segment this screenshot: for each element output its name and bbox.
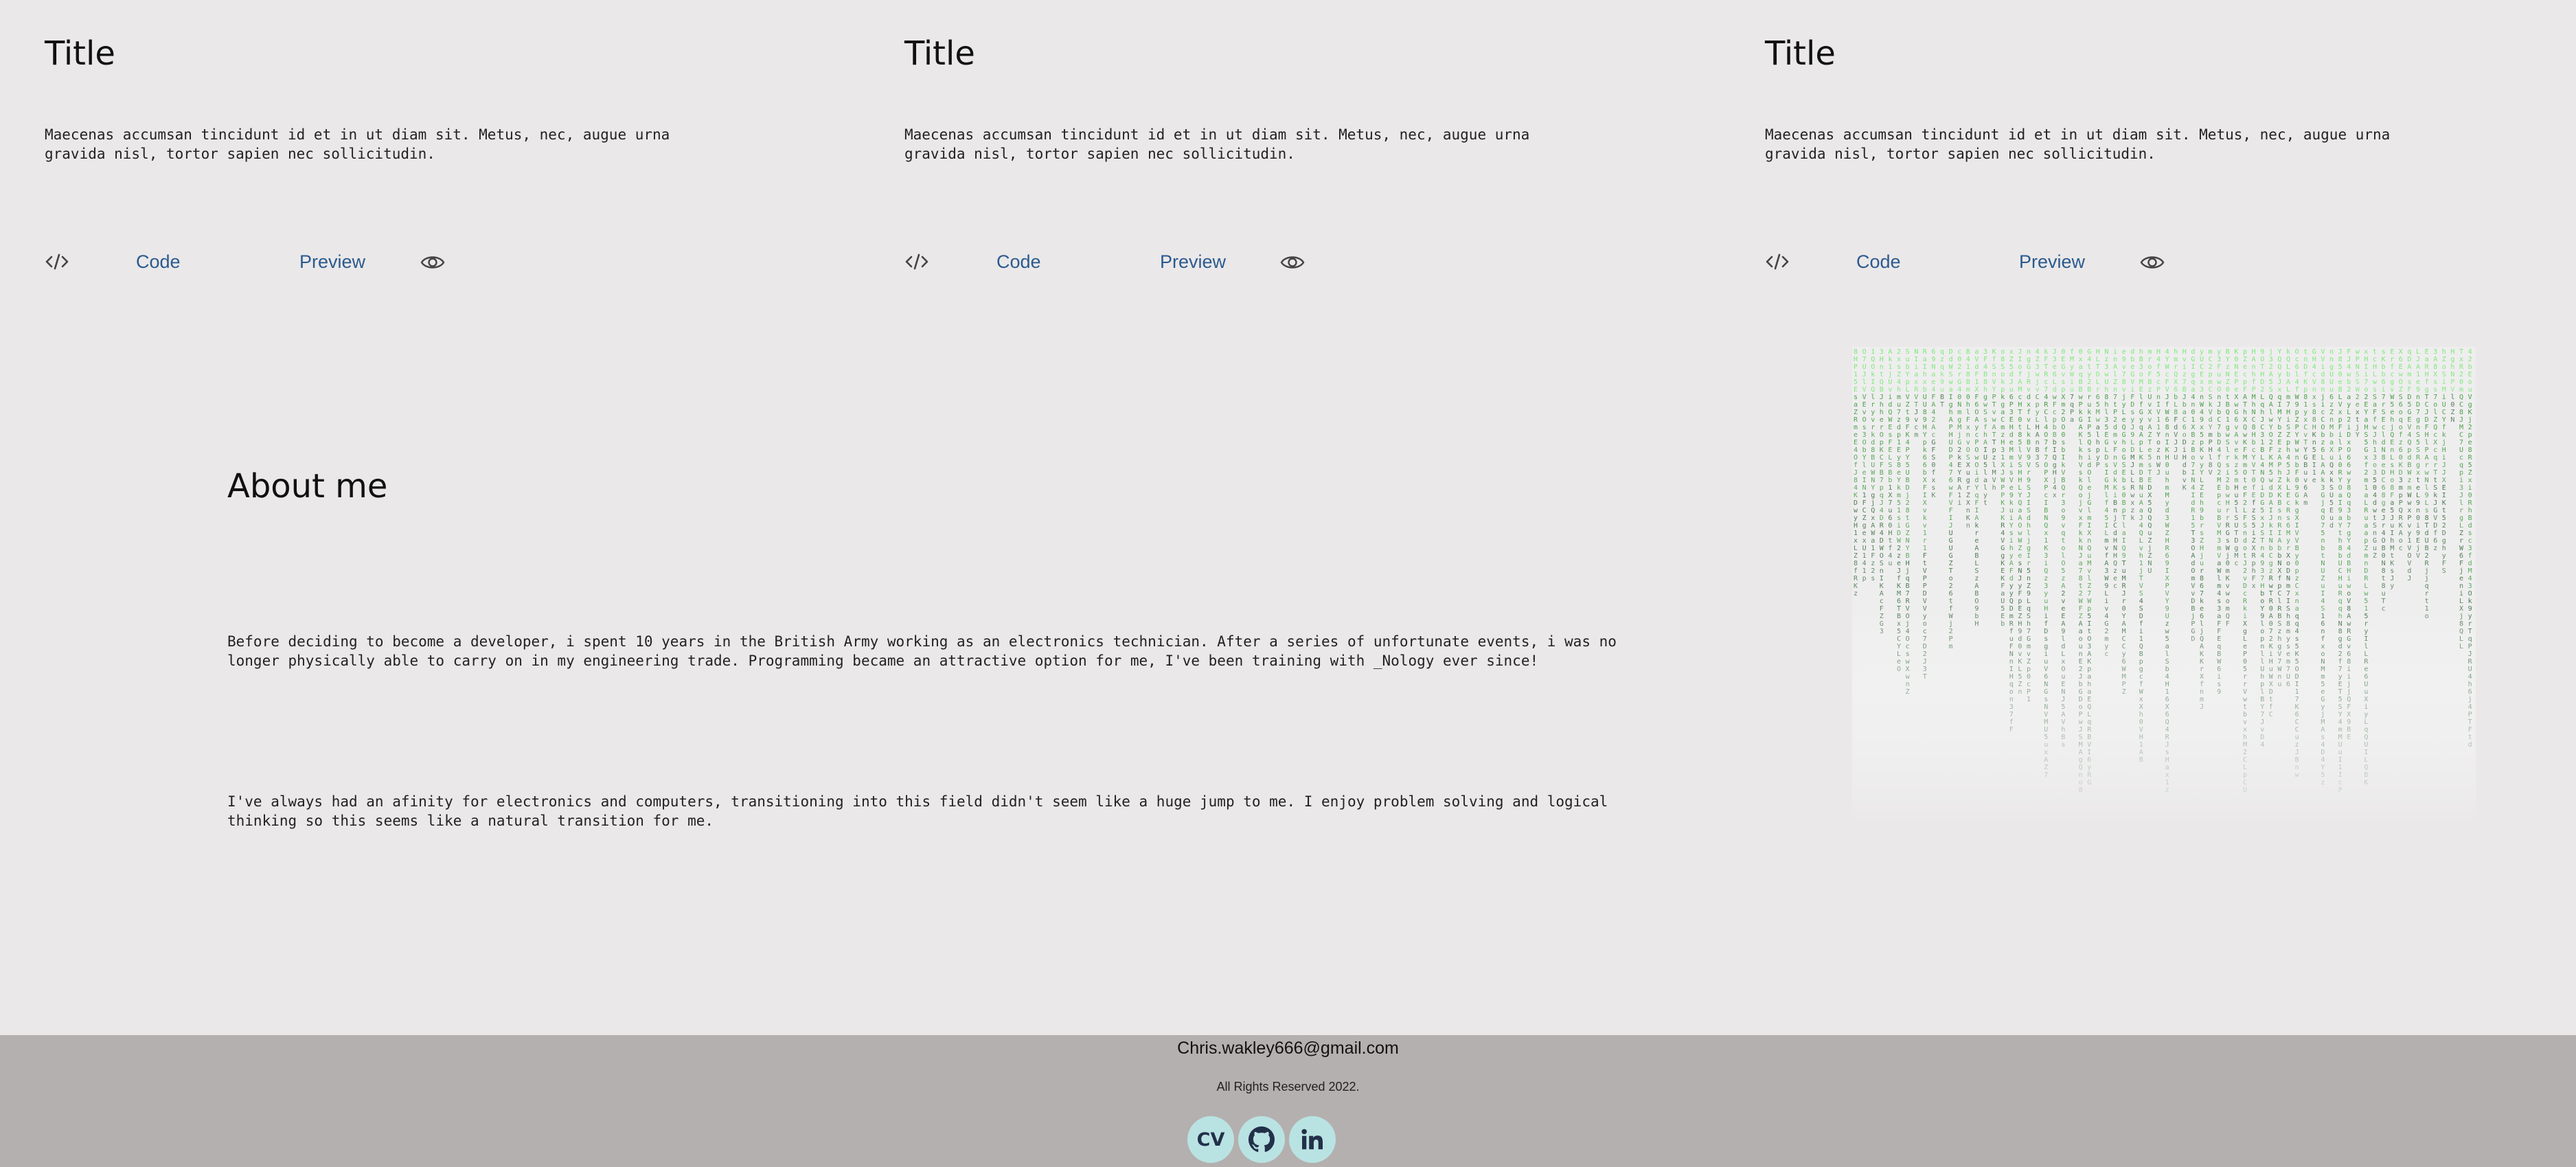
linkedin-icon bbox=[1301, 1129, 1323, 1150]
project-links: Code Preview bbox=[904, 247, 1385, 277]
footer-copyright: All Rights Reserved 2022. bbox=[1216, 1080, 1360, 1094]
code-link[interactable]: Code bbox=[1856, 251, 1901, 273]
code-brackets-icon[interactable] bbox=[904, 251, 929, 272]
project-title: Title bbox=[45, 34, 115, 73]
project-description: Maecenas accumsan tincidunt id et in ut … bbox=[45, 126, 670, 162]
matrix-code-image: 8HP15EsaZRmeE4OfJ84KDwyH1xLZ8fRKzO7UJlVV… bbox=[1852, 347, 2476, 821]
github-button[interactable] bbox=[1238, 1116, 1285, 1163]
code-brackets-icon[interactable] bbox=[1765, 251, 1790, 272]
code-link[interactable]: Code bbox=[136, 251, 181, 273]
preview-link[interactable]: Preview bbox=[2019, 251, 2085, 273]
cv-button[interactable]: CV bbox=[1187, 1116, 1234, 1163]
project-card-1: Title Maecenas accumsan tincidunt id et … bbox=[45, 0, 766, 316]
project-description: Maecenas accumsan tincidunt id et in ut … bbox=[904, 126, 1530, 162]
project-description: Maecenas accumsan tincidunt id et in ut … bbox=[1765, 126, 2391, 162]
project-card-2: Title Maecenas accumsan tincidunt id et … bbox=[904, 0, 1626, 316]
eye-icon[interactable] bbox=[1280, 252, 1305, 273]
footer-email[interactable]: Chris.wakley666@gmail.com bbox=[0, 1039, 2576, 1058]
eye-icon[interactable] bbox=[420, 252, 445, 273]
about-paragraph-2: I've always had an afinity for electroni… bbox=[227, 793, 1608, 829]
github-icon bbox=[1249, 1126, 1275, 1153]
project-links: Code Preview bbox=[1765, 247, 2246, 277]
preview-link[interactable]: Preview bbox=[1160, 251, 1226, 273]
cv-label: CV bbox=[1196, 1129, 1225, 1151]
linkedin-button[interactable] bbox=[1289, 1116, 1336, 1163]
project-card-3: Title Maecenas accumsan tincidunt id et … bbox=[1765, 0, 2486, 316]
code-brackets-icon[interactable] bbox=[45, 251, 69, 272]
code-link[interactable]: Code bbox=[996, 251, 1041, 273]
about-paragraph-1: Before deciding to become a developer, i… bbox=[227, 633, 1617, 669]
project-links: Code Preview bbox=[45, 247, 525, 277]
about-title: About me bbox=[227, 467, 388, 506]
eye-icon[interactable] bbox=[2140, 252, 2165, 273]
project-title: Title bbox=[1765, 34, 1836, 73]
preview-link[interactable]: Preview bbox=[299, 251, 365, 273]
project-title: Title bbox=[904, 34, 975, 73]
